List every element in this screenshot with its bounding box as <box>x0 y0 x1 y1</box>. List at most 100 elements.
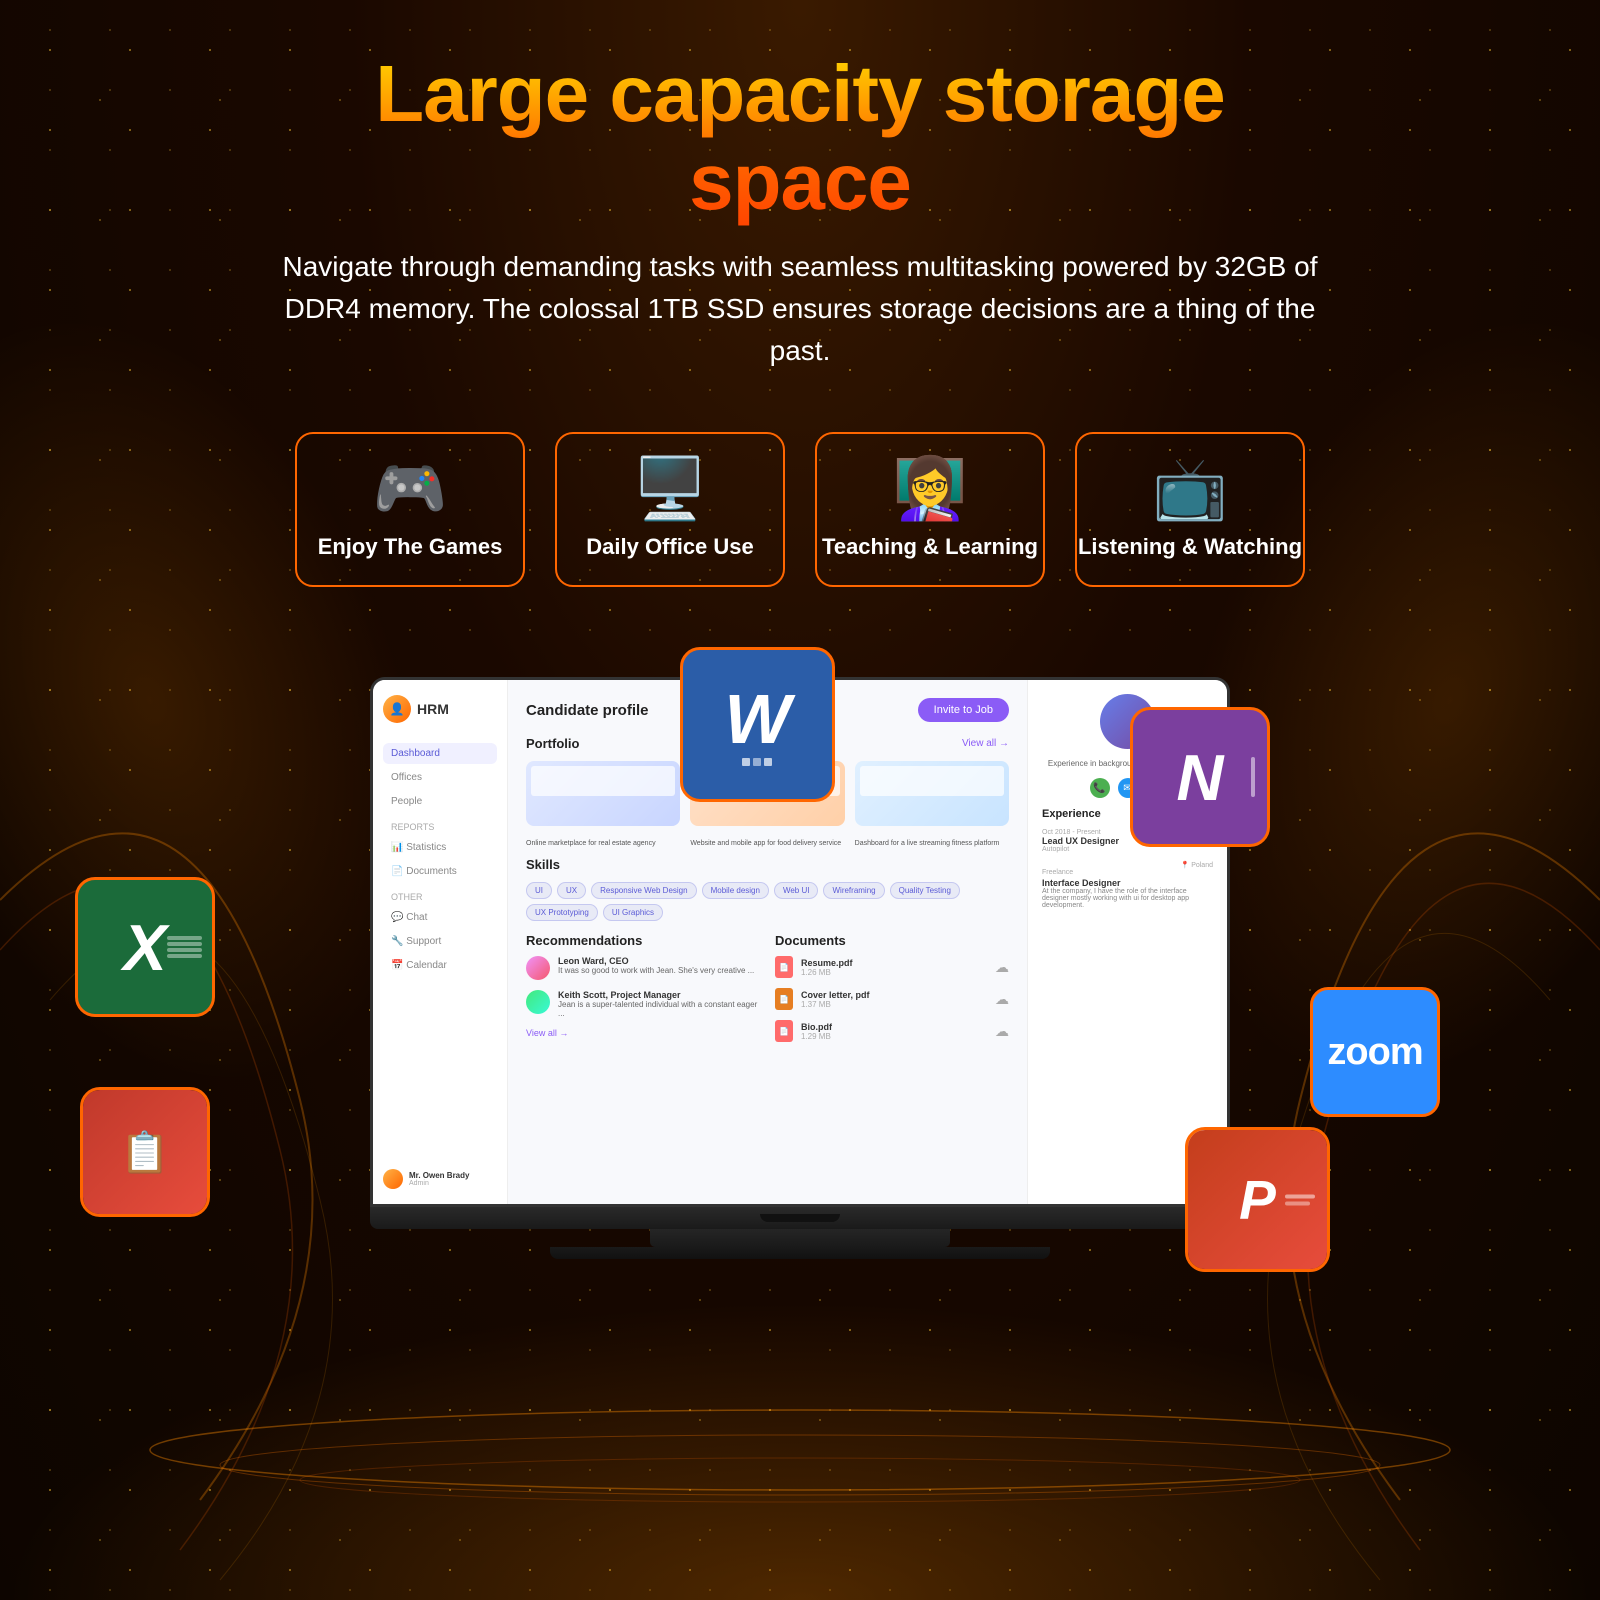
doc-name-1: Resume.pdf <box>801 958 987 968</box>
doc-download-3[interactable]: ☁ <box>995 1023 1009 1040</box>
rec-name-2: Keith Scott, Project Manager <box>558 990 760 1000</box>
exp-date-1: Oct 2018 - Present <box>1042 829 1101 836</box>
sidebar-other-label: Other <box>391 892 497 902</box>
page-title: Large capacity storage space <box>280 50 1320 226</box>
floating-ppt-icon: P <box>1185 1127 1330 1272</box>
doc-name-3: Bio.pdf <box>801 1022 987 1032</box>
doc-download-1[interactable]: ☁ <box>995 959 1009 976</box>
watching-label: Listening & Watching <box>1078 534 1302 560</box>
nav-statistics[interactable]: 📊 Statistics <box>383 837 497 858</box>
laptop-notch <box>760 1214 840 1222</box>
nav-offices[interactable]: Offices <box>383 767 497 788</box>
rec-item-1: Leon Ward, CEO It was so good to work wi… <box>526 956 760 980</box>
exp-company-1: Autopilot <box>1042 846 1213 853</box>
nav-calendar[interactable]: 📅 Calendar <box>383 955 497 976</box>
office-label: Daily Office Use <box>586 534 754 560</box>
rec-text-1: It was so good to work with Jean. She's … <box>558 966 754 975</box>
skill-proto: UX Prototyping <box>526 904 598 921</box>
skills-title: Skills <box>526 857 560 872</box>
nav-documents[interactable]: 📄 Documents <box>383 861 497 882</box>
candidate-profile-title: Candidate profile <box>526 702 649 719</box>
skill-ux: UX <box>557 882 586 899</box>
hrm-logo: 👤 HRM <box>383 695 497 723</box>
sidebar-user: Mr. Owen Brady Admin <box>383 1169 469 1189</box>
teaching-icon: 👩‍🏫 <box>893 459 968 519</box>
games-icon: 🎮 <box>373 459 448 519</box>
skill-mobile: Mobile design <box>702 882 769 899</box>
laptop-stand <box>650 1229 950 1247</box>
hrm-avatar: 👤 <box>383 695 411 723</box>
sidebar-user-role: Admin <box>409 1180 469 1187</box>
skill-test: Quality Testing <box>890 882 960 899</box>
icon-card-games[interactable]: 🎮 Enjoy The Games <box>295 432 525 587</box>
ppt-letter: P <box>1239 1168 1276 1232</box>
games-label: Enjoy The Games <box>318 534 503 560</box>
doc-size-1: 1.26 MB <box>801 968 987 977</box>
floating-word-icon: W <box>680 647 835 802</box>
doc-download-2[interactable]: ☁ <box>995 991 1009 1008</box>
word-letter: W <box>724 684 790 754</box>
doc-size-2: 1.37 MB <box>801 1000 987 1009</box>
exp-role-2: Interface Designer <box>1042 878 1213 888</box>
skill-webui: Web UI <box>774 882 819 899</box>
skill-rwd: Responsive Web Design <box>591 882 696 899</box>
portfolio-desc-2: Website and mobile app for food delivery… <box>690 840 844 847</box>
laptop-base <box>370 1207 1230 1229</box>
recommendations-title: Recommendations <box>526 933 760 948</box>
onenote-letter: N <box>1177 740 1224 815</box>
exp-item-2: 📍 Poland Freelance Interface Designer At… <box>1042 861 1213 909</box>
doc-name-2: Cover letter, pdf <box>801 990 987 1000</box>
doc-item-2: 📄 Cover letter, pdf 1.37 MB ☁ <box>775 988 1009 1010</box>
bottom-sections: Recommendations Leon Ward, CEO It was so… <box>526 933 1009 1052</box>
subtitle-text: Navigate through demanding tasks with se… <box>280 246 1320 372</box>
exp-location-2: 📍 Poland <box>1181 861 1213 869</box>
doc-item-3: 📄 Bio.pdf 1.29 MB ☁ <box>775 1020 1009 1042</box>
nav-people[interactable]: People <box>383 791 497 812</box>
watching-icon: 📺 <box>1153 459 1228 519</box>
invite-to-job-button[interactable]: Invite to Job <box>918 698 1009 722</box>
exp-employment-2: Freelance <box>1042 869 1213 876</box>
zoom-text: zoom <box>1327 1031 1422 1074</box>
floating-onenote-icon: N <box>1130 707 1270 847</box>
hrm-title: HRM <box>417 701 449 717</box>
portfolio-item-3 <box>855 761 1009 826</box>
office-icon: 🖥️ <box>633 459 708 519</box>
rec-item-2: Keith Scott, Project Manager Jean is a s… <box>526 990 760 1018</box>
excel-letter: X <box>123 910 166 985</box>
sidebar-user-name: Mr. Owen Brady <box>409 1171 469 1180</box>
hrm-sidebar: 👤 HRM Dashboard Offices People reports 📊… <box>373 680 508 1204</box>
nav-dashboard[interactable]: Dashboard <box>383 743 497 764</box>
skills-tags: UI UX Responsive Web Design Mobile desig… <box>526 882 1009 921</box>
portfolio-desc-1: Online marketplace for real estate agenc… <box>526 840 680 847</box>
recommendations-view-all[interactable]: View all → <box>526 1028 760 1038</box>
rec-avatar-2 <box>526 990 550 1014</box>
skill-uigraph: UI Graphics <box>603 904 663 921</box>
documents-title: Documents <box>775 933 1009 948</box>
documents-section: Documents 📄 Resume.pdf 1.26 MB ☁ <box>775 933 1009 1052</box>
floating-excel-icon: X <box>75 877 215 1017</box>
sidebar-section-label: reports <box>391 822 497 832</box>
doc-size-3: 1.29 MB <box>801 1032 987 1041</box>
recommendations-section: Recommendations Leon Ward, CEO It was so… <box>526 933 760 1052</box>
icon-card-watching[interactable]: 📺 Listening & Watching <box>1075 432 1305 587</box>
portfolio-item-1 <box>526 761 680 826</box>
exp-desc-2: At the company, I have the role of the i… <box>1042 888 1213 909</box>
skill-ui: UI <box>526 882 552 899</box>
icon-cards-container: 🎮 Enjoy The Games 🖥️ Daily Office Use 👩‍… <box>235 432 1365 587</box>
rec-name-1: Leon Ward, CEO <box>558 956 754 966</box>
portfolio-desc-3: Dashboard for a live streaming fitness p… <box>855 840 1009 847</box>
doc-icon-1: 📄 <box>775 956 793 978</box>
contact-phone[interactable]: 📞 <box>1090 778 1110 798</box>
portfolio-view-all[interactable]: View all → <box>962 738 1009 749</box>
nav-support[interactable]: 🔧 Support <box>383 931 497 952</box>
nav-chat[interactable]: 💬 Chat <box>383 907 497 928</box>
floating-lookup-icon: 📋 <box>80 1087 210 1217</box>
icon-card-office[interactable]: 🖥️ Daily Office Use <box>555 432 785 587</box>
icon-card-teaching[interactable]: 👩‍🏫 Teaching & Learning <box>815 432 1045 587</box>
skills-section: Skills UI UX Responsive Web Design Mobil… <box>526 857 1009 921</box>
laptop-foot <box>550 1247 1050 1259</box>
portfolio-title: Portfolio <box>526 736 579 751</box>
doc-icon-2: 📄 <box>775 988 793 1010</box>
rec-text-2: Jean is a super-talented individual with… <box>558 1000 760 1018</box>
doc-icon-3: 📄 <box>775 1020 793 1042</box>
